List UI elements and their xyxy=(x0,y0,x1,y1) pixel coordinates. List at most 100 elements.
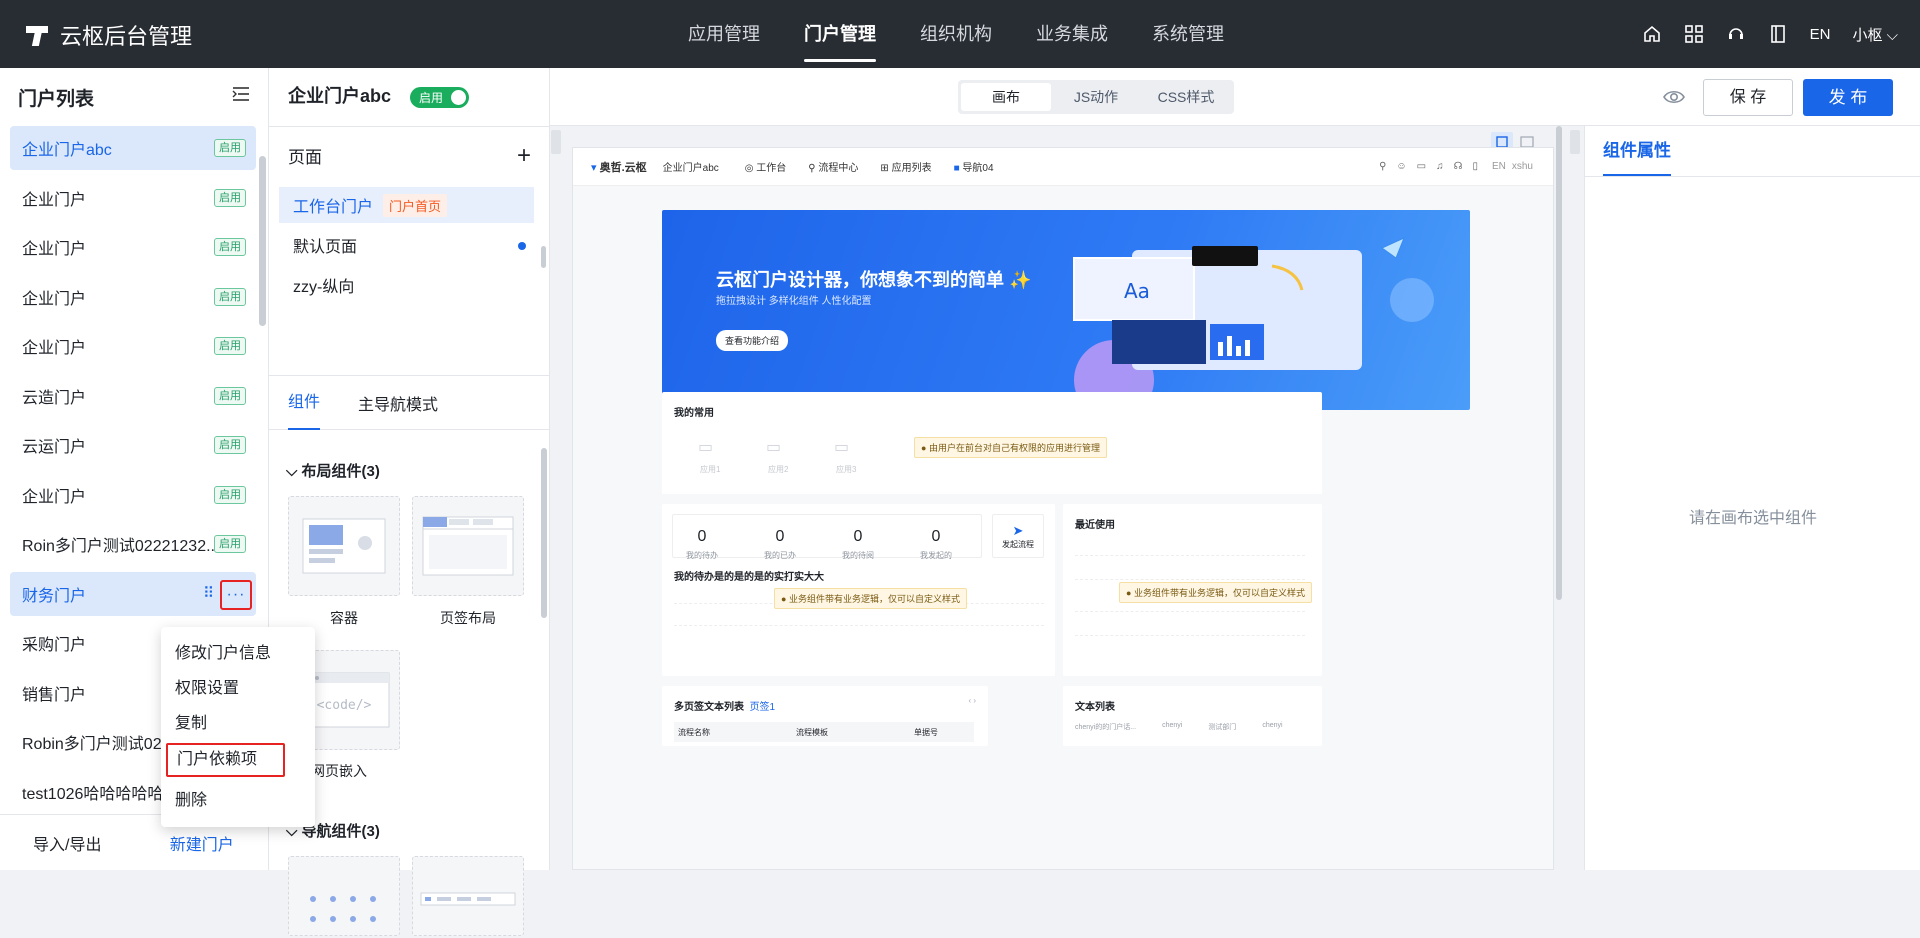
preview-nav-label: 导航04 xyxy=(962,163,994,174)
multi-tab-list-card[interactable]: 多页签文本列表 页签1 ‹ › 流程名称 流程模板 单据号 xyxy=(662,686,988,746)
publish-button[interactable]: 发 布 xyxy=(1803,79,1893,116)
preview-eye-icon[interactable] xyxy=(1662,85,1686,109)
component-tab-layout[interactable] xyxy=(412,496,524,596)
portal-item[interactable]: 云运门户 启用 xyxy=(10,423,256,467)
chevron-down-icon: ⌵ xyxy=(1886,26,1898,44)
add-page-icon[interactable]: + xyxy=(517,142,531,170)
portal-item[interactable]: 企业门户 启用 xyxy=(10,176,256,220)
recent-row xyxy=(1075,568,1305,580)
status-badge: 启用 xyxy=(214,386,246,405)
banner-button[interactable]: 查看功能介绍 xyxy=(716,330,789,351)
stat-done[interactable]: 0 我的已办 xyxy=(740,528,820,561)
collapse-menu-icon[interactable] xyxy=(232,86,250,108)
portal-enable-toggle[interactable]: 启用 xyxy=(410,87,470,108)
layout-group-title[interactable]: ⌵ 布局组件(3) xyxy=(286,460,380,481)
preview-nav-apps[interactable]: ⊞ 应用列表 xyxy=(880,159,931,174)
stat-started[interactable]: 0 我发起的 xyxy=(896,528,976,561)
topnav-item-system[interactable]: 系统管理 xyxy=(1152,0,1224,68)
properties-panel: 组件属性 请在画布选中组件 xyxy=(1584,126,1920,870)
preview-nav-label: 流程中心 xyxy=(818,163,859,174)
tasks-card[interactable]: 0 我的待办 0 我的已办 0 我的待阅 0 我发起的 ➤ 发起流程 我的待办是的是的是的… xyxy=(662,504,1055,676)
component-nav-bar[interactable] xyxy=(412,856,524,936)
portal-item-finance[interactable]: 财务门户 ⠿ ··· xyxy=(10,571,256,616)
portal-item[interactable]: 企业门户abc 启用 xyxy=(10,126,256,170)
list-header: 流程名称 流程模板 单据号 xyxy=(674,722,974,742)
preview-nav-nav04[interactable]: ■ 导航04 xyxy=(954,159,994,174)
topnav-item-integration[interactable]: 业务集成 xyxy=(1036,0,1108,68)
portal-item[interactable]: 企业门户 启用 xyxy=(10,275,256,319)
page-item[interactable]: zzy-纵向 xyxy=(279,267,534,303)
preview-portal-name[interactable]: 企业门户abc xyxy=(663,159,719,174)
drag-handle-icon[interactable]: ⠿ xyxy=(203,584,214,602)
preview-nav-label: 工作台 xyxy=(756,163,787,174)
apps-grid-icon[interactable] xyxy=(1684,24,1704,44)
collapse-right-handle[interactable] xyxy=(1570,130,1580,154)
collapse-left-handle[interactable] xyxy=(551,130,561,154)
preview-lang[interactable]: EN xyxy=(1492,161,1506,172)
menu-item-permissions[interactable]: 权限设置 xyxy=(161,671,315,706)
preview-nav-workbench[interactable]: ◎ 工作台 xyxy=(745,159,787,174)
preview-nav-process[interactable]: ⚲ 流程中心 xyxy=(808,159,858,174)
create-portal-button[interactable]: 新建门户 xyxy=(135,831,270,855)
stat-read[interactable]: 0 我的待阅 xyxy=(818,528,898,561)
portal-preview[interactable]: ▾ 奥哲.云枢 企业门户abc ◎ 工作台 ⚲ 流程中心 ⊞ 应用列表 ■ 导航… xyxy=(572,147,1554,870)
page-item[interactable]: 默认页面 xyxy=(279,227,534,263)
portal-item[interactable]: Roin多门户测试02221232... 启用 xyxy=(10,522,256,566)
portal-item-name: 企业门户 xyxy=(22,241,87,258)
todo-row xyxy=(674,612,1044,626)
mode-css-styles[interactable]: CSS样式 xyxy=(1141,83,1231,111)
preview-banner[interactable]: 云枢门户设计器，你想象不到的简单 ✨ 拖拉拽设计 多样化组件 人性化配置 查看功… xyxy=(662,210,1470,410)
topnav-item-org[interactable]: 组织机构 xyxy=(920,0,992,68)
page-item[interactable]: 工作台门户 门户首页 xyxy=(279,187,534,223)
preview-logo: ▾ 奥哲.云枢 xyxy=(591,159,647,175)
container-preview-icon xyxy=(302,518,386,574)
support-icon[interactable] xyxy=(1726,24,1746,44)
portal-item-name: 企业门户abc xyxy=(22,142,112,159)
todo-title: 我的待办是的是的是的实打实大大 xyxy=(674,572,824,583)
portal-item[interactable]: 企业门户 启用 xyxy=(10,324,256,368)
app-brand[interactable]: 云枢后台管理 xyxy=(26,19,192,51)
portal-list-scrollbar[interactable] xyxy=(259,156,266,326)
components-scrollbar[interactable] xyxy=(541,448,547,618)
tab-component-properties[interactable]: 组件属性 xyxy=(1603,126,1671,176)
stat-value: 0 xyxy=(775,528,785,545)
app-label: 应用3 xyxy=(836,465,857,474)
home-icon[interactable] xyxy=(1642,24,1662,44)
import-export-button[interactable]: 导入/导出 xyxy=(0,831,135,855)
language-switch[interactable]: EN xyxy=(1810,26,1831,43)
menu-item-copy[interactable]: 复制 xyxy=(161,706,315,741)
more-actions-button[interactable]: ··· xyxy=(220,579,252,610)
stat-todo[interactable]: 0 我的待办 xyxy=(662,528,742,561)
topnav-item-portal[interactable]: 门户管理 xyxy=(804,0,876,68)
menu-item-edit-info[interactable]: 修改门户信息 xyxy=(161,636,315,671)
menu-item-dependencies[interactable]: 门户依赖项 xyxy=(166,743,285,777)
mode-canvas[interactable]: 画布 xyxy=(961,83,1051,111)
chevron-down-icon: ⌵ xyxy=(286,463,298,480)
preview-user[interactable]: xshu xyxy=(1512,161,1533,172)
banner-title: 云枢门户设计器，你想象不到的简单 ✨ xyxy=(716,270,1032,290)
book-icon[interactable] xyxy=(1768,24,1788,44)
topnav-item-apps[interactable]: 应用管理 xyxy=(688,0,760,68)
portal-item[interactable]: 企业门户 启用 xyxy=(10,473,256,517)
user-menu[interactable]: 小枢 ⌵ xyxy=(1852,24,1898,45)
status-badge: 启用 xyxy=(214,188,246,207)
component-nav-grid[interactable] xyxy=(288,856,400,936)
multi-tab-page1[interactable]: 页签1 xyxy=(750,702,776,713)
save-button[interactable]: 保 存 xyxy=(1703,79,1793,116)
component-container[interactable] xyxy=(288,496,400,596)
text-list-card[interactable]: 文本列表 chenyi的的门户话... chenyi 测试部门 chenyi xyxy=(1063,686,1322,746)
recent-card[interactable]: 最近使用 ● 业务组件带有业务逻辑，仅可以自定义样式 xyxy=(1063,504,1322,676)
tab-main-nav-mode[interactable]: 主导航模式 xyxy=(358,391,438,415)
tab-components[interactable]: 组件 xyxy=(288,375,321,430)
menu-item-delete[interactable]: 删除 xyxy=(161,783,315,818)
pager-arrows-icon[interactable]: ‹ › xyxy=(968,696,976,705)
app-label: 应用2 xyxy=(768,465,789,474)
portal-item[interactable]: 云造门户 启用 xyxy=(10,374,256,418)
pages-scrollbar[interactable] xyxy=(541,246,546,268)
editor-toolbar: 企业门户abc 启用 画布 JS动作 CSS样式 保 存 发 布 xyxy=(288,68,1920,126)
mode-js-actions[interactable]: JS动作 xyxy=(1051,83,1141,111)
common-apps-card[interactable]: 我的常用 ▭ 应用1 ▭ 应用2 ▭ 应用3 ● 由用户在前台对自己有权限的应用… xyxy=(662,392,1322,494)
portal-item[interactable]: 企业门户 启用 xyxy=(10,225,256,269)
canvas-scrollbar[interactable] xyxy=(1556,126,1562,600)
start-flow-button[interactable]: ➤ 发起流程 xyxy=(992,514,1044,558)
